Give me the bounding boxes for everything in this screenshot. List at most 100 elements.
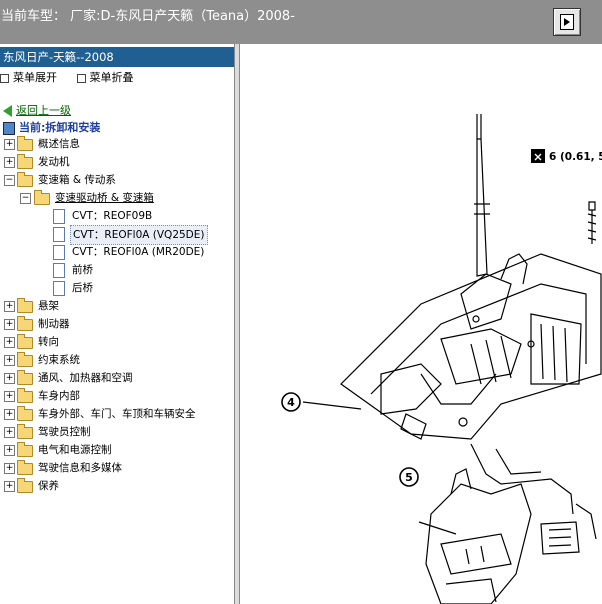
tree-item-cvt-mr20de[interactable]: CVT：REOFl0A (MR20DE) bbox=[0, 243, 234, 261]
folder-icon bbox=[17, 316, 33, 331]
torque-spec-label: 6 (0.61, 5 bbox=[549, 151, 602, 163]
expand-toggle-icon[interactable]: + bbox=[4, 391, 15, 402]
tree-item-label: 发动机 bbox=[38, 156, 70, 168]
tree-item-label: 转向 bbox=[38, 336, 59, 348]
expand-toggle-icon[interactable]: + bbox=[4, 409, 15, 420]
collapse-toggle-icon[interactable]: − bbox=[20, 193, 31, 204]
tree-item-label: 车身内部 bbox=[38, 390, 80, 402]
open-folder-icon bbox=[17, 172, 33, 187]
tree-item-transaxle[interactable]: − 变速驱动桥 & 变速箱 bbox=[0, 189, 234, 207]
nav-tree: + 概述信息 + 发动机 − 变速箱 & 传动系 − 变速驱动桥 & 变速箱 C… bbox=[0, 135, 234, 495]
tree-item-label-selected: CVT：REOFl0A (VQ25DE) bbox=[70, 225, 208, 245]
menu-icon bbox=[76, 73, 86, 83]
menu-buttons: 菜单展开 菜单折叠 bbox=[0, 69, 150, 85]
folder-icon bbox=[17, 154, 33, 169]
diagram-pane: 6 (0.61, 5 4 5 bbox=[241, 44, 602, 604]
expand-toggle-icon[interactable]: + bbox=[4, 463, 15, 474]
tree-item-label: 驾驶信息和多媒体 bbox=[38, 462, 122, 474]
expand-toggle-icon[interactable]: + bbox=[4, 157, 15, 168]
expand-toggle-icon[interactable]: + bbox=[4, 427, 15, 438]
tree-item-steering[interactable]: + 转向 bbox=[0, 333, 234, 351]
tree-item-transmission[interactable]: − 变速箱 & 传动系 bbox=[0, 171, 234, 189]
computer-icon bbox=[3, 121, 15, 135]
document-icon bbox=[53, 209, 65, 224]
document-icon bbox=[53, 245, 65, 260]
folder-icon bbox=[17, 424, 33, 439]
folder-icon bbox=[17, 334, 33, 349]
tree-item-label: 车身外部、车门、车顶和车辆安全 bbox=[38, 408, 196, 420]
expand-toggle-icon[interactable]: + bbox=[4, 481, 15, 492]
expand-toggle-icon[interactable]: + bbox=[4, 373, 15, 384]
tree-item-label: 驾驶员控制 bbox=[38, 426, 91, 438]
expand-toggle-icon[interactable]: + bbox=[4, 319, 15, 330]
open-folder-icon bbox=[34, 190, 50, 205]
folder-icon bbox=[17, 460, 33, 475]
tree-item-label: 约束系统 bbox=[38, 354, 80, 366]
collapse-toggle-icon[interactable]: − bbox=[4, 175, 15, 186]
tree-item-label: 保养 bbox=[38, 480, 59, 492]
back-link[interactable]: 返回上一级 bbox=[16, 104, 71, 117]
tree-item-body-interior[interactable]: + 车身内部 bbox=[0, 387, 234, 405]
tree-item-overview[interactable]: + 概述信息 bbox=[0, 135, 234, 153]
tree-item-label: 后桥 bbox=[72, 282, 93, 294]
folder-icon bbox=[17, 370, 33, 385]
back-arrow-icon bbox=[3, 105, 12, 117]
tree-item-driver-controls[interactable]: + 驾驶员控制 bbox=[0, 423, 234, 441]
tree-item-electrical[interactable]: + 电气和电源控制 bbox=[0, 441, 234, 459]
torque-wrench-icon bbox=[531, 149, 545, 163]
tree-item-cvt-vq25de[interactable]: CVT：REOFl0A (VQ25DE) bbox=[0, 225, 234, 245]
panel-toggle-button[interactable] bbox=[553, 8, 581, 36]
title-bar: 当前车型： 厂家:D-东风日产天籁（Teana）2008- bbox=[0, 0, 602, 44]
tree-item-engine[interactable]: + 发动机 bbox=[0, 153, 234, 171]
document-icon bbox=[53, 227, 65, 242]
sidebar-header: 东风日产-天籁--2008 bbox=[0, 47, 234, 67]
callout-4-label: 4 bbox=[287, 396, 295, 409]
expand-toggle-icon[interactable]: + bbox=[4, 445, 15, 456]
tree-item-label: 前桥 bbox=[72, 264, 93, 276]
window-title: 当前车型： 厂家:D-东风日产天籁（Teana）2008- bbox=[1, 9, 295, 24]
tree-item-label: 变速驱动桥 & 变速箱 bbox=[55, 192, 154, 204]
sidebar: 东风日产-天籁--2008 菜单展开 菜单折叠 返回上一级 当前:拆卸和安装 +… bbox=[0, 44, 234, 604]
folder-icon bbox=[17, 388, 33, 403]
expand-toggle-icon[interactable]: + bbox=[4, 355, 15, 366]
menu-icon bbox=[0, 73, 9, 83]
tree-item-hvac[interactable]: + 通风、加热器和空调 bbox=[0, 369, 234, 387]
tree-item-info-media[interactable]: + 驾驶信息和多媒体 bbox=[0, 459, 234, 477]
expand-all-button[interactable]: 菜单展开 bbox=[0, 71, 65, 84]
folder-icon bbox=[17, 442, 33, 457]
folder-icon bbox=[17, 136, 33, 151]
tree-item-brakes[interactable]: + 制动器 bbox=[0, 315, 234, 333]
tree-item-body-exterior[interactable]: + 车身外部、车门、车顶和车辆安全 bbox=[0, 405, 234, 423]
tree-item-label: CVT：REOFl0A (MR20DE) bbox=[72, 246, 205, 258]
tree-item-label: 变速箱 & 传动系 bbox=[38, 174, 116, 186]
back-link-row: 返回上一级 bbox=[3, 102, 71, 118]
play-icon bbox=[560, 14, 574, 30]
pane-splitter[interactable] bbox=[234, 44, 240, 604]
tree-item-cvt-reof09b[interactable]: CVT：REOF09B bbox=[0, 207, 234, 225]
callout-4: 4 bbox=[281, 392, 301, 412]
current-location: 当前:拆卸和安装 bbox=[3, 119, 100, 135]
current-label: 当前:拆卸和安装 bbox=[19, 121, 101, 134]
tree-item-restraints[interactable]: + 约束系统 bbox=[0, 351, 234, 369]
tree-item-suspension[interactable]: + 悬架 bbox=[0, 297, 234, 315]
document-icon bbox=[53, 281, 65, 296]
folder-icon bbox=[17, 406, 33, 421]
tree-item-label: 电气和电源控制 bbox=[38, 444, 112, 456]
tree-item-label: 通风、加热器和空调 bbox=[38, 372, 133, 384]
expand-toggle-icon[interactable]: + bbox=[4, 301, 15, 312]
tree-item-front-axle[interactable]: 前桥 bbox=[0, 261, 234, 279]
shifter-assembly-diagram: 6 (0.61, 5 4 5 bbox=[281, 114, 602, 604]
callout-5: 5 bbox=[399, 467, 419, 487]
tree-item-label: 概述信息 bbox=[38, 138, 80, 150]
tree-item-label: CVT：REOF09B bbox=[72, 210, 153, 222]
collapse-all-button[interactable]: 菜单折叠 bbox=[76, 71, 142, 84]
tree-item-label: 悬架 bbox=[38, 300, 59, 312]
folder-icon bbox=[17, 352, 33, 367]
tree-item-rear-axle[interactable]: 后桥 bbox=[0, 279, 234, 297]
tree-item-label: 制动器 bbox=[38, 318, 70, 330]
folder-icon bbox=[17, 298, 33, 313]
expand-toggle-icon[interactable]: + bbox=[4, 337, 15, 348]
tree-item-maintenance[interactable]: + 保养 bbox=[0, 477, 234, 495]
expand-toggle-icon[interactable]: + bbox=[4, 139, 15, 150]
expand-all-label: 菜单展开 bbox=[13, 71, 57, 84]
